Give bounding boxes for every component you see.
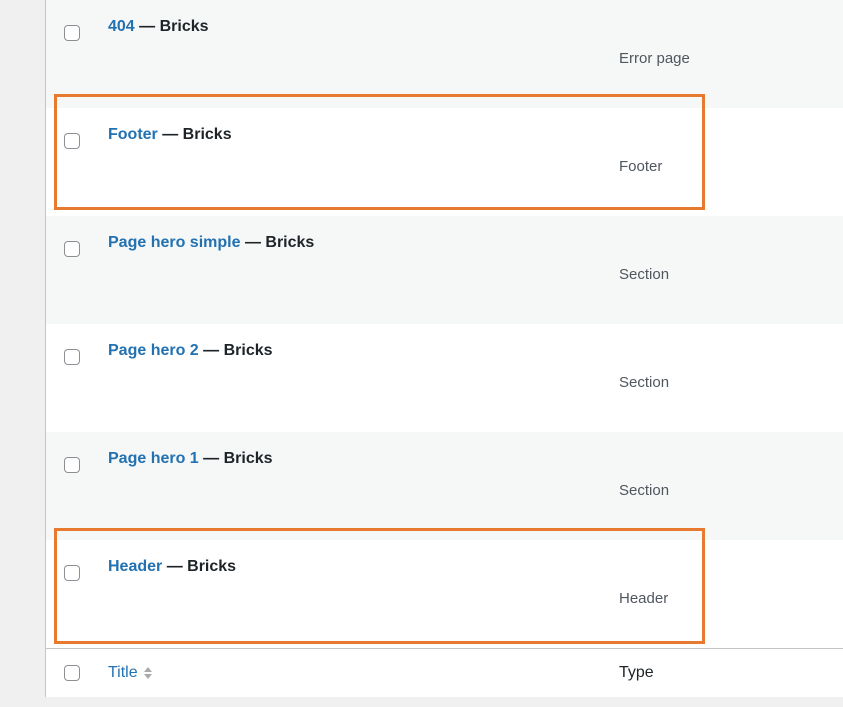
row-title-link[interactable]: Footer — [108, 126, 158, 143]
select-all-checkbox[interactable] — [64, 665, 80, 681]
row-type: Footer — [619, 158, 663, 175]
row-title-suffix: — Bricks — [198, 450, 273, 467]
row-title: Header — Bricks — [108, 558, 236, 576]
row-title-link[interactable]: 404 — [108, 18, 135, 35]
table-row: Page hero 1 — Bricks Section — [46, 432, 843, 540]
row-title: Footer — Bricks — [108, 126, 232, 144]
title-column-label[interactable]: Title — [108, 664, 138, 681]
row-type: Section — [619, 482, 670, 499]
row-title-suffix: — Bricks — [198, 342, 273, 359]
row-title-suffix: — Bricks — [240, 234, 315, 251]
row-checkbox[interactable] — [64, 457, 80, 473]
sort-arrows-icon[interactable] — [143, 666, 153, 680]
table-row: 404 — Bricks Error page — [46, 0, 843, 108]
row-title-suffix: — Bricks — [157, 126, 232, 143]
row-type: Section — [619, 266, 670, 283]
row-title-suffix: — Bricks — [162, 558, 237, 575]
row-title: Page hero simple — Bricks — [108, 234, 314, 252]
row-title: 404 — Bricks — [108, 18, 209, 36]
row-title-link[interactable]: Header — [108, 558, 162, 575]
table-row: Page hero 2 — Bricks Section — [46, 324, 843, 432]
table-row: Header — Bricks Header — [46, 540, 843, 648]
row-checkbox[interactable] — [64, 25, 80, 41]
table-row: Page hero simple — Bricks Section — [46, 216, 843, 324]
title-column-header[interactable]: Title — [108, 664, 153, 682]
type-column-header: Type — [619, 664, 654, 681]
row-checkbox[interactable] — [64, 349, 80, 365]
table-footer-header: Title Type — [46, 648, 843, 697]
row-title-suffix: — Bricks — [134, 18, 209, 35]
row-title-link[interactable]: Page hero 1 — [108, 450, 199, 467]
row-title: Page hero 1 — Bricks — [108, 450, 273, 468]
row-title-link[interactable]: Page hero simple — [108, 234, 241, 251]
row-checkbox[interactable] — [64, 133, 80, 149]
templates-table: 404 — Bricks Error page Footer — Bricks … — [45, 0, 843, 697]
row-type: Error page — [619, 50, 690, 67]
row-type: Section — [619, 374, 670, 391]
table-row: Footer — Bricks Footer — [46, 108, 843, 216]
row-type: Header — [619, 590, 669, 607]
row-checkbox[interactable] — [64, 565, 80, 581]
row-title-link[interactable]: Page hero 2 — [108, 342, 199, 359]
row-checkbox[interactable] — [64, 241, 80, 257]
row-title: Page hero 2 — Bricks — [108, 342, 273, 360]
